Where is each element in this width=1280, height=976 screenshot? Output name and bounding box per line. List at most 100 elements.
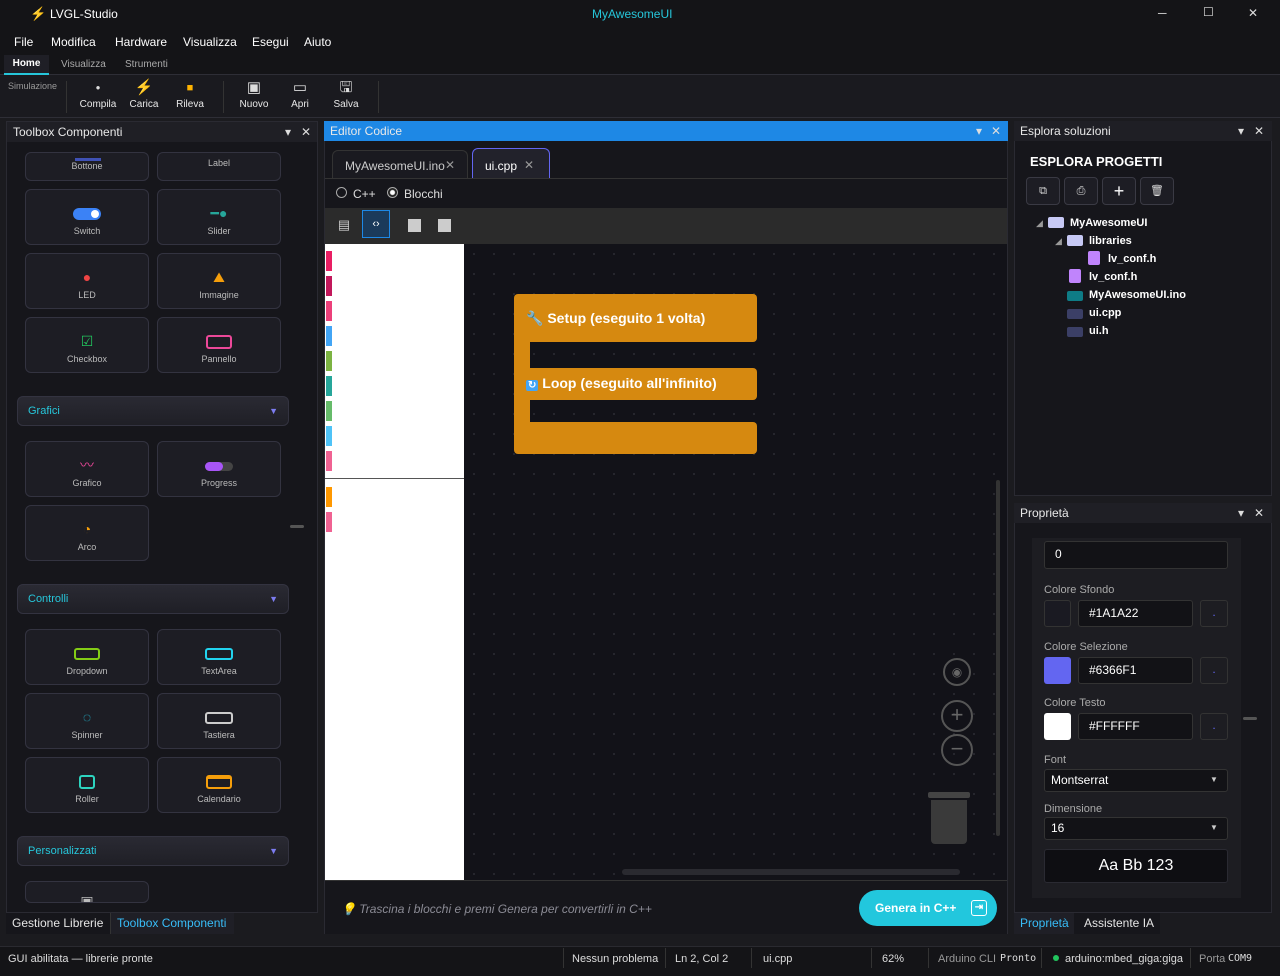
block-setup[interactable]: 🔧 Setup (eseguito 1 volta) <box>514 294 757 342</box>
category-controlli[interactable]: Controlli ▼ <box>17 584 289 614</box>
split-view-icon[interactable]: ‹› <box>362 210 390 238</box>
status-port[interactable]: COM9 <box>1228 950 1252 968</box>
menu-hardware[interactable]: Hardware <box>115 35 167 49</box>
component-calendar[interactable]: Calendario <box>157 757 281 813</box>
block-loop[interactable]: ↻ Loop (eseguito all'infinito) <box>514 368 757 400</box>
tab-toolbox-componenti[interactable]: Toolbox Componenti <box>110 913 234 934</box>
text-color-swatch[interactable] <box>1044 713 1071 740</box>
bg-color-input[interactable]: #1A1A22 <box>1078 600 1193 627</box>
blocks-radio[interactable] <box>387 187 398 198</box>
workspace-hscrollbar[interactable] <box>622 869 960 875</box>
component-panel[interactable]: Pannello <box>157 317 281 373</box>
tab-proprieta[interactable]: Proprietà <box>1014 913 1074 934</box>
expand-icon[interactable]: ◢ <box>1036 218 1043 229</box>
tab-home[interactable]: Home <box>4 55 49 75</box>
import-icon[interactable]: ⎙ <box>1064 177 1098 205</box>
new-button[interactable]: ▣ Nuovo <box>232 77 276 117</box>
component-roller[interactable]: Roller <box>25 757 149 813</box>
component-slider[interactable]: ━● Slider <box>157 189 281 245</box>
component-progress[interactable]: Progress <box>157 441 281 497</box>
close-icon[interactable]: ✕ <box>1254 503 1264 523</box>
text-view-icon[interactable]: ▤ <box>335 217 353 235</box>
component-label[interactable]: Label <box>157 152 281 181</box>
cpp-radio[interactable] <box>336 187 347 198</box>
block-category-item[interactable]: Cicli <box>326 374 464 396</box>
component-textarea[interactable]: TextArea <box>157 629 281 685</box>
status-cursor-position[interactable]: Ln 2, Col 2 <box>675 950 728 968</box>
zoom-in-icon[interactable]: + <box>941 700 973 732</box>
block-category-item[interactable]: Logica <box>326 349 464 371</box>
tab-assistente-ia[interactable]: Assistente IA <box>1084 916 1154 930</box>
tree-item-ino[interactable]: MyAwesomeUI.ino <box>1089 289 1186 301</box>
component-switch[interactable]: Switch <box>25 189 149 245</box>
close-icon[interactable]: ✕ <box>301 122 311 142</box>
block-category-item[interactable]: Controllo <box>326 324 464 346</box>
tree-item-ui-cpp[interactable]: ui.cpp <box>1089 307 1121 319</box>
tab-ui-cpp[interactable]: ui.cpp ✕ <box>472 148 550 178</box>
refresh-icon[interactable]: ⧉ <box>1026 177 1060 205</box>
category-personalizzati[interactable]: Personalizzati ▼ <box>17 836 289 866</box>
tab-gestione-librerie[interactable]: Gestione Librerie <box>12 916 103 930</box>
minimize-button[interactable]: ─ <box>1158 6 1167 20</box>
tree-item-libraries[interactable]: libraries <box>1089 235 1132 247</box>
tree-item-project[interactable]: MyAwesomeUI <box>1070 217 1147 229</box>
text-color-input[interactable]: #FFFFFF <box>1078 713 1193 740</box>
save-button[interactable]: 🖫 Salva <box>324 77 368 117</box>
status-zoom[interactable]: 62% <box>882 950 904 968</box>
component-dropdown[interactable]: Dropdown <box>25 629 149 685</box>
tab-myawesomeui-ino[interactable]: MyAwesomeUI.ino ✕ <box>332 150 468 178</box>
add-icon[interactable]: + <box>1102 177 1136 205</box>
pin-icon[interactable]: ▾ <box>1238 121 1244 141</box>
detect-button[interactable]: ■ Rileva <box>168 77 212 117</box>
close-icon[interactable]: ✕ <box>991 121 1001 141</box>
text-color-picker-button[interactable]: . <box>1200 713 1228 740</box>
tab-visualizza[interactable]: Visualizza <box>61 59 106 70</box>
status-board[interactable]: arduino:mbed_giga:giga <box>1065 950 1183 968</box>
trash-icon[interactable] <box>931 800 967 844</box>
square-icon[interactable] <box>438 219 451 232</box>
tree-item-lvconf-lib[interactable]: lv_conf.h <box>1108 253 1156 265</box>
block-category-item[interactable]: Funzioni <box>326 510 464 532</box>
menu-esegui[interactable]: Esegui <box>252 35 289 49</box>
component-arc[interactable]: ◔ Arco <box>25 505 149 561</box>
scrollbar-thumb[interactable] <box>1243 717 1257 720</box>
block-category-item[interactable]: Movimento <box>326 299 464 321</box>
menu-visualizza[interactable]: Visualizza <box>183 35 237 49</box>
scrollbar-thumb[interactable] <box>290 525 304 528</box>
bg-color-picker-button[interactable]: . <box>1200 600 1228 627</box>
menu-modifica[interactable]: Modifica <box>51 35 96 49</box>
block-category-item[interactable]: Variabili <box>326 485 464 507</box>
font-select[interactable]: Montserrat <box>1044 769 1228 792</box>
component-keyboard[interactable]: Tastiera <box>157 693 281 749</box>
pin-icon[interactable]: ▾ <box>1238 503 1244 523</box>
recenter-icon[interactable]: ◉ <box>943 658 971 686</box>
zoom-out-icon[interactable]: − <box>941 734 973 766</box>
upload-button[interactable]: ⚡ Carica <box>122 77 166 117</box>
tree-item-lvconf[interactable]: lv_conf.h <box>1089 271 1137 283</box>
close-icon[interactable]: ✕ <box>1254 121 1264 141</box>
maximize-button[interactable]: ☐ <box>1203 5 1214 19</box>
component-checkbox[interactable]: ☑ Checkbox <box>25 317 149 373</box>
block-category-item[interactable]: Testo <box>326 424 464 446</box>
block-category-item[interactable]: Messaggistica <box>326 449 464 471</box>
delete-icon[interactable]: 🗑 <box>1140 177 1174 205</box>
category-grafici[interactable]: Grafici ▼ <box>17 396 289 426</box>
component-led[interactable]: ● LED <box>25 253 149 309</box>
component-custom[interactable]: ▣ <box>25 881 149 903</box>
pin-icon[interactable]: ▾ <box>285 122 291 142</box>
status-problems[interactable]: Nessun problema <box>572 950 658 968</box>
component-chart[interactable]: 〰 Grafico <box>25 441 149 497</box>
tree-item-ui-h[interactable]: ui.h <box>1089 325 1109 337</box>
workspace-vscrollbar[interactable] <box>996 480 1000 836</box>
component-button[interactable]: Bottone <box>25 152 149 181</box>
block-category-item[interactable]: Matematica <box>326 399 464 421</box>
bg-color-swatch[interactable] <box>1044 600 1071 627</box>
expand-icon[interactable]: ◢ <box>1055 236 1062 247</box>
component-image[interactable]: ⛰ Immagine <box>157 253 281 309</box>
tab-strumenti[interactable]: Strumenti <box>125 59 168 70</box>
tab-close-icon[interactable]: ✕ <box>524 158 534 172</box>
component-spinner[interactable]: ◌ Spinner <box>25 693 149 749</box>
square-icon[interactable] <box>408 219 421 232</box>
sel-color-input[interactable]: #6366F1 <box>1078 657 1193 684</box>
tab-close-icon[interactable]: ✕ <box>445 158 455 172</box>
